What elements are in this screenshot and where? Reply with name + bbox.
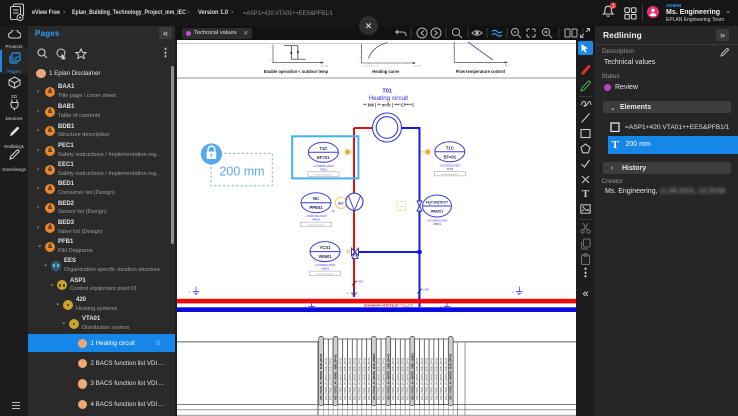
svg-text:420_VTA01_##_K0001_ADB_GP-01: 420_VTA01_##_K0001_ADB_GP-01 bbox=[434, 357, 438, 400]
svg-text:EC: EC bbox=[338, 201, 344, 206]
svg-text:420_VTA01_##_K0001_ADB_GP-01: 420_VTA01_##_K0001_ADB_GP-01 bbox=[324, 357, 328, 400]
svg-text:xxxxxxxxxxxxxxxx: xxxxxxxxxxxxxxxx bbox=[441, 174, 459, 176]
svg-text:0: 0 bbox=[269, 59, 271, 61]
svg-text:Two [h]: Two [h] bbox=[320, 66, 327, 68]
svg-text:+420: +420 bbox=[423, 287, 430, 291]
svg-text:-MN01: -MN01 bbox=[311, 218, 320, 222]
svg-text:EF=01: EF=01 bbox=[444, 154, 457, 159]
svg-text:AL: AL bbox=[332, 210, 336, 213]
svg-text:NC: NC bbox=[313, 196, 319, 201]
svg-text:YCS1: YCS1 bbox=[320, 245, 332, 250]
svg-text:4TB1: 4TB1 bbox=[320, 167, 328, 171]
svg-text:-BM01: -BM01 bbox=[433, 222, 442, 226]
svg-text:420_VTA01_##_K0001_ADB_GP-01: 420_VTA01_##_K0001_ADB_GP-01 bbox=[430, 357, 434, 400]
svg-text:1: 1 bbox=[612, 4, 615, 10]
svg-text:T1C: T1C bbox=[446, 145, 454, 150]
svg-text:420_VTA01_##_K0001_ADB_GP-01: 420_VTA01_##_K0001_ADB_GP-01 bbox=[377, 357, 381, 400]
svg-text:Heating curve: Heating curve bbox=[372, 69, 400, 74]
svg-text:420_VTA01_##_WMZ01_MZR_EP=01: 420_VTA01_##_WMZ01_MZR_EP=01 bbox=[449, 353, 453, 400]
svg-text:VEN01: VEN01 bbox=[318, 254, 332, 259]
svg-text:420_VTA01_##_K0001_ADB_GP-01: 420_VTA01_##_K0001_ADB_GP-01 bbox=[425, 357, 429, 400]
svg-text:=: = bbox=[189, 290, 191, 294]
svg-text:Flow temperature control: Flow temperature control bbox=[456, 69, 505, 74]
svg-text:xxxxxxxxxxxxxxxx: xxxxxxxxxxxxxxxx bbox=[315, 174, 333, 176]
svg-text:420_VTA01_##_K0001_ADB_GP-01: 420_VTA01_##_K0001_ADB_GP-01 bbox=[367, 357, 371, 400]
svg-text:4TB1: 4TB1 bbox=[446, 167, 454, 171]
svg-text:420_VTA01_##_K0001_ADB_GP-01: 420_VTA01_##_K0001_ADB_GP-01 bbox=[444, 357, 448, 400]
svg-text:420_VTA01_##_K0001_ADB_GP-01: 420_VTA01_##_K0001_ADB_GP-01 bbox=[401, 357, 405, 400]
svg-text:420_VTA01_##_K0001_ADB_GP-01: 420_VTA01_##_K0001_ADB_GP-01 bbox=[382, 357, 386, 400]
svg-text:+420: +420 bbox=[357, 279, 364, 283]
svg-text:=: = bbox=[347, 292, 349, 296]
svg-text:-QM01: -QM01 bbox=[320, 267, 330, 271]
svg-text:420_VTA01_##_K0001_ADB_GP-01: 420_VTA01_##_K0001_ADB_GP-01 bbox=[396, 357, 400, 400]
svg-text:Two [%]: Two [%] bbox=[413, 66, 421, 68]
svg-text:420_VTA01_##_K0001_ADB_GP-01: 420_VTA01_##_K0001_ADB_GP-01 bbox=[391, 357, 395, 400]
svg-text:↔: ↔ bbox=[400, 204, 404, 208]
svg-text:420_VTA01_##_VEN01_ADB_EP=01: 420_VTA01_##_VEN01_ADB_EP=01 bbox=[334, 354, 338, 400]
svg-text:** kW | ** m³/h | ***°C/***°C: ** kW | ** m³/h | ***°C/***°C bbox=[363, 102, 414, 107]
svg-text:T01: T01 bbox=[382, 89, 392, 95]
svg-text:420_VTA01_##_K0001_ADB_GP-01: 420_VTA01_##_K0001_ADB_GP-01 bbox=[353, 357, 357, 400]
svg-text:xxxxxxxxxxxxxxxx: xxxxxxxxxxxxxxxx bbox=[307, 225, 325, 227]
svg-text:420_VTA01_##_K0001_ADB_GP-01: 420_VTA01_##_K0001_ADB_GP-01 bbox=[415, 357, 419, 400]
svg-text:420_VTA01_##_WMZ01_ADB_VEN01: 420_VTA01_##_WMZ01_ADB_VEN01 bbox=[410, 353, 414, 400]
svg-text:T1C: T1C bbox=[319, 146, 327, 151]
svg-text:EF=01: EF=01 bbox=[317, 155, 330, 160]
svg-text:BL+**: BL+** bbox=[505, 65, 511, 67]
svg-text:420_VTA01_##_K0001_ADB_GP-01: 420_VTA01_##_K0001_ADB_GP-01 bbox=[420, 357, 424, 400]
svg-text:420_VTA01_##_K0001_ADB_GP-01: 420_VTA01_##_K0001_ADB_GP-01 bbox=[329, 357, 333, 400]
svg-text:WMZ01: WMZ01 bbox=[431, 210, 444, 214]
svg-text:-20 -15 -10 -5: -20 -15 -10 -5 0 5 bbox=[363, 66, 379, 68]
svg-text:420_VTA01_##_K0001_ADB_GP-01: 420_VTA01_##_K0001_ADB_GP-01 bbox=[439, 357, 443, 400]
svg-text:200 mm: 200 mm bbox=[219, 165, 264, 179]
svg-text:xxxxxxxxxxxxxxxx: xxxxxxxxxxxxxxxx bbox=[316, 274, 334, 276]
svg-text:420_VTA01_##_K0001_ADB_GP-01: 420_VTA01_##_K0001_ADB_GP-01 bbox=[343, 357, 347, 400]
svg-text:=: = bbox=[512, 290, 514, 294]
svg-text:420_VTA01_##_K0001_ADB_GP-01: 420_VTA01_##_K0001_ADB_GP-01 bbox=[406, 357, 410, 400]
svg-text:PPE01: PPE01 bbox=[309, 205, 323, 210]
svg-text:420_VTA01_##_K0001_ADB_GP-01: 420_VTA01_##_K0001_ADB_GP-01 bbox=[348, 357, 352, 400]
svg-text:1: 1 bbox=[269, 46, 271, 48]
svg-text:420_VTA01_##_WMZ01_ADB_EP=01: 420_VTA01_##_WMZ01_ADB_EP=01 bbox=[386, 353, 390, 400]
svg-text:420_VTA01_##_WMZ01_MZR_EP=01: 420_VTA01_##_WMZ01_MZR_EP=01 bbox=[319, 353, 323, 400]
svg-text:420_VTA01_##_K0001_ADB_GP-01: 420_VTA01_##_K0001_ADB_GP-01 bbox=[358, 357, 362, 400]
svg-text:420_VTA01_##_K0001_ADB_GP-01: 420_VTA01_##_K0001_ADB_GP-01 bbox=[362, 357, 366, 400]
svg-text:420_VTA01_##_K0001_ADB_GP-01: 420_VTA01_##_K0001_ADB_GP-01 bbox=[338, 357, 342, 400]
svg-text:420_VTA01_##_WMZ01_MZR_PPE01: 420_VTA01_##_WMZ01_MZR_PPE01 bbox=[372, 353, 376, 400]
svg-text:**: ** bbox=[358, 58, 360, 60]
svg-text:Enable operation < outdoor tem: Enable operation < outdoor temp bbox=[264, 69, 329, 74]
svg-text:FQY1R(TDY7: FQY1R(TDY7 bbox=[426, 201, 448, 205]
svg-text:Heating circuit: Heating circuit bbox=[369, 95, 408, 102]
